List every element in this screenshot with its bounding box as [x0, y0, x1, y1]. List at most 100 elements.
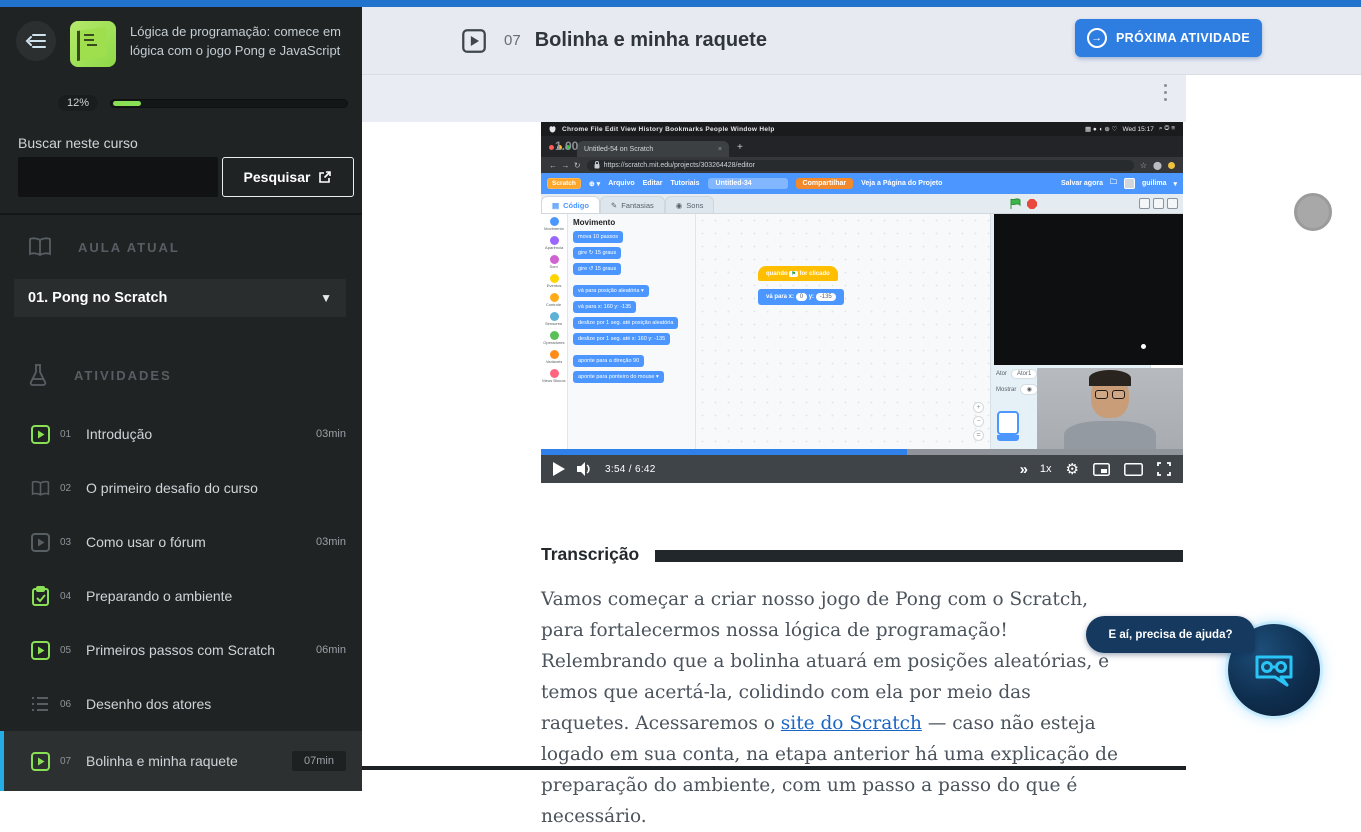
share-button: Compartilhar — [796, 178, 854, 189]
stop-icon — [1027, 199, 1037, 209]
scratch-block: aponte para a direção 90 — [573, 355, 644, 367]
chevron-down-icon: ▾ — [1173, 180, 1177, 188]
lesson-number: 07 — [504, 32, 521, 49]
progress-bar — [110, 99, 348, 108]
video-icon — [30, 424, 50, 444]
video-icon — [30, 532, 50, 552]
heading-rule-bar — [655, 550, 1183, 562]
play-button[interactable] — [553, 462, 565, 476]
transcript-paragraph: Vamos começar a criar nosso jogo de Pong… — [541, 584, 1123, 832]
activity-item-desenho-atores[interactable]: 06 Desenho dos atores — [0, 677, 362, 731]
external-link-icon — [318, 170, 332, 184]
sidebar-divider — [0, 213, 362, 215]
page-title: Bolinha e minha raquete — [535, 29, 767, 52]
lesson-dropdown[interactable]: 01. Pong no Scratch ▼ — [14, 279, 346, 317]
scratch-block: deslize por 1 seg. até posição aleatória — [573, 317, 678, 329]
scratch-block: mova 10 passos — [573, 231, 623, 243]
activity-item-introducao[interactable]: 01 Introdução 03min — [0, 407, 362, 461]
activity-item-bolinha-raquete-current[interactable]: 07 Bolinha e minha raquete 07min — [0, 731, 362, 791]
when-flag-clicked-block: quando ⚑ for clicado — [758, 266, 838, 281]
activity-item-como-usar-forum[interactable]: 03 Como usar o fórum 03min — [0, 515, 362, 569]
activity-label: Bolinha e minha raquete — [86, 753, 282, 769]
flask-icon — [28, 363, 48, 387]
activity-number: 05 — [60, 645, 76, 656]
scratch-menu-editar: Editar — [643, 180, 663, 187]
activity-number: 06 — [60, 699, 76, 710]
scratch-block: gire ↺ 15 graus — [573, 263, 621, 275]
block-categories: Movimento Aparência Som Eventos Controle… — [541, 214, 568, 449]
video-icon — [30, 640, 50, 660]
star-icon: ☆ — [1140, 161, 1147, 170]
scratch-site-link[interactable]: site do Scratch — [781, 713, 922, 734]
tab-fantasias: ✎ Fantasias — [600, 196, 665, 213]
course-search-input[interactable] — [18, 157, 218, 197]
tab-close-icon: × — [718, 146, 722, 153]
video-icon — [30, 751, 50, 771]
activity-number: 01 — [60, 429, 76, 440]
search-button-label: Pesquisar — [244, 169, 311, 185]
list-icon — [30, 694, 50, 714]
settings-gear-button[interactable]: ⚙ — [1066, 460, 1079, 478]
kebab-menu-button[interactable] — [1158, 84, 1172, 108]
address-bar: https://scratch.mit.edu/projects/3032644… — [587, 160, 1134, 171]
instructor-webcam-overlay — [1037, 368, 1183, 449]
activity-item-primeiro-desafio[interactable]: 02 O primeiro desafio do curso — [0, 461, 362, 515]
skip-forward-button[interactable]: » — [1020, 461, 1026, 478]
fullscreen-button[interactable] — [1157, 462, 1171, 476]
arrow-right-circle-icon: → — [1087, 28, 1107, 48]
block-palette: Movimento mova 10 passos gire ↻ 15 graus… — [568, 214, 696, 449]
course-logo[interactable] — [70, 21, 116, 67]
instructor-shirt — [1064, 421, 1156, 449]
video-time: 3:54 / 6:42 — [605, 464, 656, 475]
sound-icon: ◉ — [676, 201, 683, 210]
chatbot-icon — [1251, 649, 1297, 691]
scratch-block: deslize por 1 seg. até x: 160 y: -135 — [573, 333, 670, 345]
video-chrome-tabbar: 1.00 Untitled-54 on Scratch × + — [541, 136, 1183, 157]
help-chat-bubble-label: E aí, precisa de ajuda? — [1109, 629, 1233, 641]
activity-item-preparando-ambiente[interactable]: 04 Preparando o ambiente — [0, 569, 362, 623]
activity-label: Introdução — [86, 426, 306, 442]
next-activity-button[interactable]: → PRÓXIMA ATIVIDADE — [1075, 19, 1262, 57]
activity-label: Como usar o fórum — [86, 534, 306, 550]
course-progress: 12% — [58, 95, 348, 111]
content-sub-strip — [362, 75, 1186, 122]
video-player[interactable]: Chrome File Edit View History Bookmarks … — [541, 122, 1183, 483]
next-section-edge — [362, 766, 1186, 770]
project-name-field: Untitled-34 — [708, 178, 788, 189]
volume-button[interactable] — [577, 462, 593, 476]
activities-list: 01 Introdução 03min 02 O primeiro desafi… — [0, 407, 362, 791]
back-button[interactable] — [16, 21, 56, 61]
video-scratch-toolbar: Scratch ⊕ ▾ Arquivo Editar Tutoriais Unt… — [541, 173, 1183, 194]
visible-toggle: ◉ — [1020, 384, 1038, 395]
top-accent-strip — [0, 0, 1361, 7]
url-text: https://scratch.mit.edu/projects/3032644… — [604, 162, 755, 169]
progress-bar-fill — [113, 101, 141, 106]
browser-tab-title: Untitled-54 on Scratch — [584, 146, 653, 153]
lesson-dropdown-value: 01. Pong no Scratch — [28, 290, 167, 306]
scratch-block: aponte para ponteiro do mouse ▾ — [573, 371, 664, 383]
username: guilima — [1142, 180, 1167, 187]
search-label: Buscar neste curso — [18, 135, 138, 151]
pip-button[interactable] — [1093, 463, 1110, 476]
search-button[interactable]: Pesquisar — [222, 157, 354, 197]
activity-number: 04 — [60, 591, 76, 602]
pong-ball — [1141, 344, 1146, 349]
new-tab-icon: + — [737, 142, 743, 153]
lesson-type-video-icon — [462, 29, 486, 53]
book-icon — [28, 237, 52, 257]
activity-label: Desenho dos atores — [86, 696, 336, 712]
activity-item-primeiros-passos[interactable]: 05 Primeiros passos com Scratch 06min — [0, 623, 362, 677]
tab-sons: ◉ Sons — [665, 196, 715, 213]
activity-number: 02 — [60, 483, 76, 494]
help-chat-bubble[interactable]: E aí, precisa de ajuda? — [1086, 616, 1255, 653]
activity-number: 07 — [60, 756, 76, 767]
theater-mode-button[interactable] — [1124, 463, 1143, 476]
video-macos-menubar: Chrome File Edit View History Bookmarks … — [541, 122, 1183, 136]
playback-speed-button[interactable]: 1x — [1040, 463, 1052, 475]
macos-status-icons: ▦ ● ◖ ⊕ ♡ — [1085, 125, 1118, 133]
macos-spotlight-siri-icons: ⌕ ◎ ≡ — [1159, 125, 1175, 133]
current-lesson-section: AULA ATUAL — [28, 237, 180, 257]
activity-number: 03 — [60, 537, 76, 548]
see-project-page-link: Veja a Página do Projeto — [861, 180, 942, 187]
activities-label: ATIVIDADES — [74, 368, 172, 383]
